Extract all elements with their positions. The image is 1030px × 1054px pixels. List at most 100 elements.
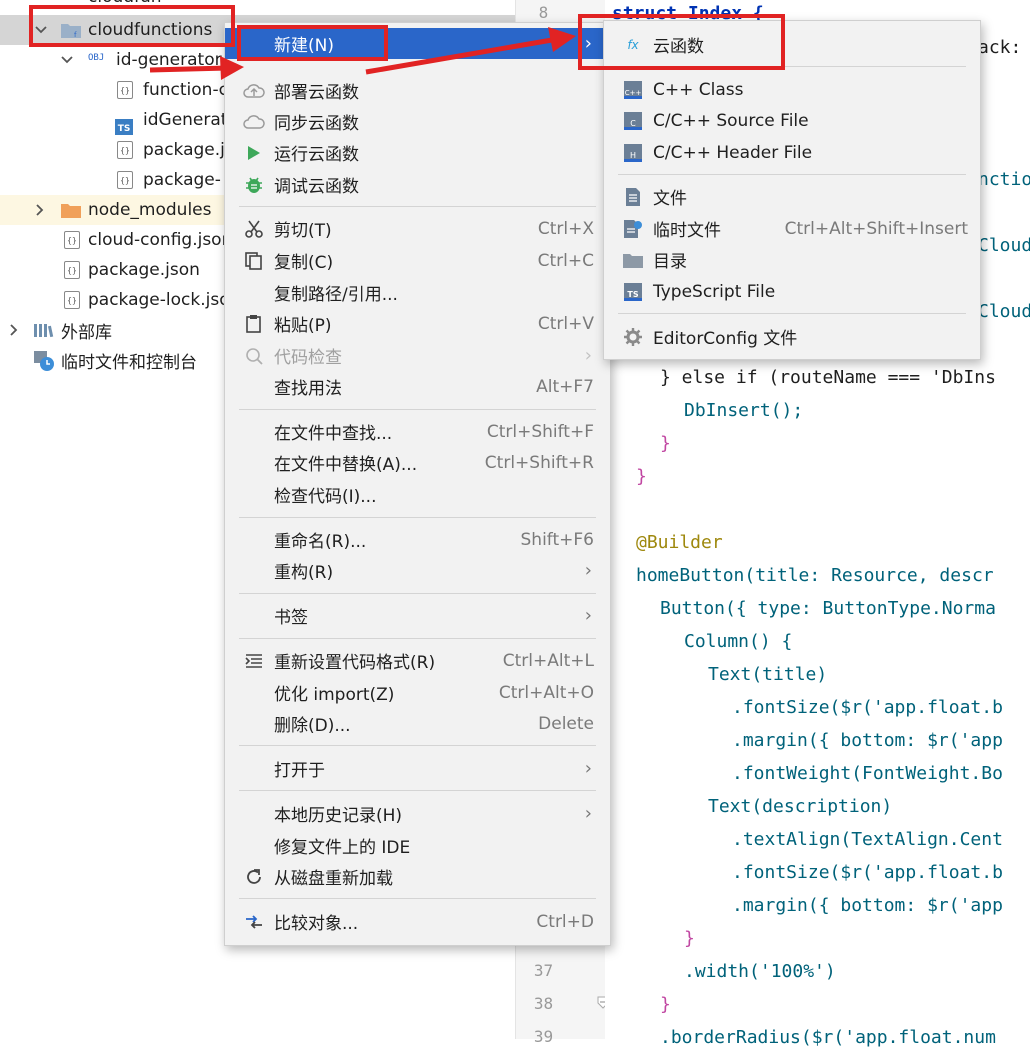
- menu-item-repair-ide[interactable]: 修复文件上的 IDE: [225, 830, 610, 861]
- menu-item-label: 在文件中替换(A)...: [274, 455, 418, 475]
- menu-item-copy-path[interactable]: 复制路径/引用...: [225, 277, 610, 308]
- menu-item-inspect[interactable]: 代码检查 ›: [225, 340, 610, 371]
- code-line: Cloud: [978, 229, 1030, 262]
- code-text: }: [684, 928, 695, 949]
- code-text: Text(title): [708, 664, 828, 685]
- ts-file-icon: TS: [115, 119, 133, 135]
- code-line: nctio: [978, 163, 1030, 196]
- submenu-item-label: C/C++ Source File: [653, 110, 809, 131]
- submenu-item-label: EditorConfig 文件: [653, 329, 798, 349]
- h-badge: H: [624, 143, 642, 162]
- menu-item-copy[interactable]: 复制(C) Ctrl+C: [225, 245, 610, 276]
- code-text: @Builder: [636, 532, 723, 553]
- submenu-item-typescript-file[interactable]: TS TypeScript File: [604, 276, 980, 307]
- cloud-sync-icon: [243, 111, 265, 133]
- menu-item-label: 重命名(R)...: [274, 532, 367, 552]
- menu-separator: [239, 517, 596, 518]
- tree-item-label: id-generator: [116, 50, 222, 70]
- code-text: .borderRadius($r('app.float.num: [660, 1027, 996, 1048]
- menu-separator: [618, 313, 966, 314]
- menu-item-debug-cloud-function[interactable]: 调试云函数: [225, 169, 610, 200]
- c-header-icon: H: [622, 142, 644, 164]
- menu-item-compare-with[interactable]: 比较对象... Ctrl+D: [225, 906, 610, 937]
- menu-item-run-cloud-function[interactable]: 运行云函数: [225, 137, 610, 168]
- menu-item-inspect-code[interactable]: 检查代码(I)...: [225, 479, 610, 510]
- menu-item-cut[interactable]: 剪切(T) Ctrl+X: [225, 213, 610, 244]
- menu-item-sync-cloud-function[interactable]: 同步云函数: [225, 106, 610, 137]
- menu-item-label: 运行云函数: [274, 145, 359, 165]
- menu-item-shortcut: Ctrl+C: [537, 250, 594, 271]
- chevron-right-icon[interactable]: [34, 203, 46, 217]
- tree-item-label: package.j: [143, 140, 225, 160]
- menu-item-delete[interactable]: 删除(D)... Delete: [225, 708, 610, 739]
- menu-item-find-in-files[interactable]: 在文件中查找... Ctrl+Shift+F: [225, 416, 610, 447]
- folder-icon: [61, 204, 81, 218]
- debug-icon: [243, 174, 265, 196]
- inspect-icon: [243, 345, 265, 367]
- menu-item-rename[interactable]: 重命名(R)... Shift+F6: [225, 524, 610, 555]
- reload-icon: [243, 866, 265, 888]
- submenu-item-file[interactable]: 文件: [604, 181, 980, 212]
- code-text: }: [660, 433, 671, 454]
- menu-item-label: 重构(R): [274, 563, 334, 583]
- library-icon: [34, 324, 54, 338]
- menu-item-paste[interactable]: 粘贴(P) Ctrl+V: [225, 308, 610, 339]
- menu-item-label: 检查代码(I)...: [274, 487, 377, 507]
- menu-item-deploy-cloud-function[interactable]: 部署云函数: [225, 75, 610, 106]
- cpp-class-icon: C++: [622, 79, 644, 101]
- menu-item-shortcut: Ctrl+Alt+Shift+Insert: [784, 218, 968, 239]
- line-number: 37: [533, 961, 554, 980]
- menu-item-reload-from-disk[interactable]: 从磁盘重新加载: [225, 861, 610, 892]
- code-text: .margin({ bottom: $r('app: [732, 730, 1003, 751]
- submenu-item-label: TypeScript File: [653, 281, 776, 302]
- ts-file-icon: TS: [622, 281, 644, 303]
- menu-item-optimize-imports[interactable]: 优化 import(Z) Ctrl+Alt+O: [225, 677, 610, 708]
- menu-item-label: 修复文件上的 IDE: [274, 838, 411, 858]
- menu-item-bookmarks[interactable]: 书签 ›: [225, 600, 610, 631]
- menu-item-local-history[interactable]: 本地历史记录(H) ›: [225, 798, 610, 829]
- cloud-upload-icon: [243, 80, 265, 102]
- code-line: }: [636, 460, 647, 493]
- code-line: .width('100%'): [684, 955, 836, 988]
- menu-item-find-usages[interactable]: 查找用法 Alt+F7: [225, 371, 610, 402]
- submenu-item-cpp-class[interactable]: C++ C++ Class: [604, 74, 980, 105]
- code-line: .fontWeight(FontWeight.Bo: [732, 757, 1003, 790]
- code-line: .margin({ bottom: $r('app: [732, 724, 1003, 757]
- code-line: .textAlign(TextAlign.Cent: [732, 823, 1003, 856]
- submenu-item-c-source[interactable]: C C/C++ Source File: [604, 105, 980, 136]
- code-text: .margin({ bottom: $r('app: [732, 895, 1003, 916]
- menu-item-reformat-code[interactable]: 重新设置代码格式(R) Ctrl+Alt+L: [225, 645, 610, 676]
- c-badge: C: [624, 111, 642, 130]
- menu-item-label: 复制路径/引用...: [274, 285, 398, 305]
- code-line: Button({ type: ButtonType.Norma: [660, 592, 996, 625]
- menu-item-replace-in-files[interactable]: 在文件中替换(A)... Ctrl+Shift+R: [225, 447, 610, 478]
- menu-item-label: 打开于: [274, 761, 325, 781]
- paste-icon: [243, 313, 265, 335]
- submenu-item-scratch-file[interactable]: 临时文件 Ctrl+Alt+Shift+Insert: [604, 213, 980, 244]
- json-file-icon: {}: [117, 81, 133, 99]
- menu-item-shortcut: Ctrl+V: [537, 313, 594, 334]
- menu-separator: [239, 745, 596, 746]
- code-text: }: [660, 994, 671, 1015]
- c-source-icon: C: [622, 110, 644, 132]
- submenu-item-label: 目录: [653, 252, 687, 272]
- submenu-item-directory[interactable]: 目录: [604, 244, 980, 275]
- submenu-item-editorconfig[interactable]: EditorConfig 文件: [604, 321, 980, 352]
- annotation-box-cloudfunctions: [29, 5, 235, 47]
- menu-item-label: 粘贴(P): [274, 316, 332, 336]
- menu-item-refactor[interactable]: 重构(R) ›: [225, 555, 610, 586]
- menu-item-shortcut: Ctrl+Alt+L: [502, 650, 594, 671]
- copy-icon: [243, 250, 265, 272]
- menu-item-label: 比较对象...: [274, 914, 359, 934]
- menu-item-open-in[interactable]: 打开于 ›: [225, 753, 610, 784]
- code-line: .margin({ bottom: $r('app: [732, 889, 1003, 922]
- menu-item-label: 从磁盘重新加载: [274, 869, 393, 889]
- chevron-right-icon[interactable]: [8, 323, 20, 337]
- code-text: homeButton(title: Resource, descr: [636, 565, 994, 586]
- submenu-item-c-header[interactable]: H C/C++ Header File: [604, 137, 980, 168]
- chevron-down-icon[interactable]: [60, 54, 74, 66]
- code-line: .fontSize($r('app.float.b: [732, 856, 1003, 889]
- scratch-console-icon: [34, 351, 54, 371]
- code-text: Column() {: [684, 631, 793, 652]
- menu-item-label: 剪切(T): [274, 221, 332, 241]
